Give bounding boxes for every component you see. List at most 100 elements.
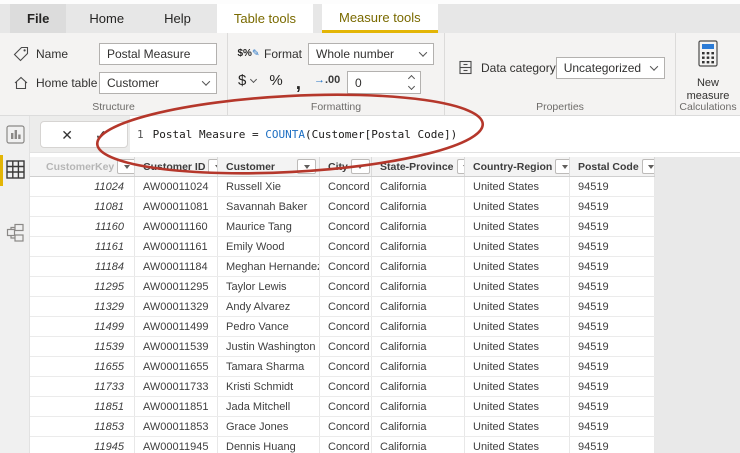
cell-customerkey[interactable]: 11160 <box>30 217 135 236</box>
cell-state-province[interactable]: California <box>372 217 465 236</box>
cell-customerkey[interactable]: 11853 <box>30 417 135 436</box>
cell-customerkey[interactable]: 11851 <box>30 397 135 416</box>
cell-customer[interactable]: Jada Mitchell <box>218 397 320 416</box>
cell-city[interactable]: Concord <box>320 277 372 296</box>
cell-state-province[interactable]: California <box>372 277 465 296</box>
cell-postal-code[interactable]: 94519 <box>570 417 655 436</box>
cell-country-region[interactable]: United States <box>465 237 570 256</box>
cell-customer[interactable]: Maurice Tang <box>218 217 320 236</box>
cell-postal-code[interactable]: 94519 <box>570 297 655 316</box>
filter-dropdown-button[interactable] <box>117 159 135 174</box>
data-view-icon[interactable] <box>6 160 26 180</box>
model-view-icon[interactable] <box>6 223 26 243</box>
cell-city[interactable]: Concord <box>320 337 372 356</box>
column-header-customerkey[interactable]: CustomerKey <box>30 157 135 176</box>
tab-table-tools[interactable]: Table tools <box>217 4 313 33</box>
filter-dropdown-button[interactable] <box>555 159 570 174</box>
cell-customer[interactable]: Justin Washington <box>218 337 320 356</box>
cell-country-region[interactable]: United States <box>465 337 570 356</box>
cell-customer[interactable]: Grace Jones <box>218 417 320 436</box>
filter-dropdown-button[interactable] <box>351 159 370 174</box>
percent-format-button[interactable]: % <box>269 72 282 89</box>
cell-customer[interactable]: Pedro Vance <box>218 317 320 336</box>
cell-customerkey[interactable]: 11329 <box>30 297 135 316</box>
thousands-separator-button[interactable]: , <box>296 71 301 89</box>
data-category-select[interactable]: Uncategorized <box>556 57 665 79</box>
cell-city[interactable]: Concord <box>320 417 372 436</box>
cell-city[interactable]: Concord <box>320 357 372 376</box>
cell-state-province[interactable]: California <box>372 397 465 416</box>
cell-state-province[interactable]: California <box>372 357 465 376</box>
cell-city[interactable]: Concord <box>320 257 372 276</box>
measure-name-input[interactable]: Postal Measure <box>99 43 217 65</box>
cell-customer-id[interactable]: AW00011655 <box>135 357 218 376</box>
currency-format-button[interactable]: $ <box>238 72 256 89</box>
cell-customer-id[interactable]: AW00011499 <box>135 317 218 336</box>
cell-postal-code[interactable]: 94519 <box>570 217 655 236</box>
cell-customerkey[interactable]: 11733 <box>30 377 135 396</box>
cell-customer-id[interactable]: AW00011024 <box>135 177 218 196</box>
tab-measure-tools[interactable]: Measure tools <box>322 4 438 33</box>
cell-city[interactable]: Concord <box>320 217 372 236</box>
cell-customer-id[interactable]: AW00011853 <box>135 417 218 436</box>
cell-customer-id[interactable]: AW00011160 <box>135 217 218 236</box>
cell-country-region[interactable]: United States <box>465 197 570 216</box>
cell-postal-code[interactable]: 94519 <box>570 177 655 196</box>
cell-postal-code[interactable]: 94519 <box>570 357 655 376</box>
cell-city[interactable]: Concord <box>320 317 372 336</box>
cell-country-region[interactable]: United States <box>465 257 570 276</box>
cell-postal-code[interactable]: 94519 <box>570 437 655 453</box>
cell-customer[interactable]: Taylor Lewis <box>218 277 320 296</box>
cell-city[interactable]: Concord <box>320 237 372 256</box>
commit-formula-button[interactable]: ✓ <box>95 128 107 142</box>
cell-postal-code[interactable]: 94519 <box>570 197 655 216</box>
filter-dropdown-button[interactable] <box>457 159 465 174</box>
cell-country-region[interactable]: United States <box>465 357 570 376</box>
cell-city[interactable]: Concord <box>320 437 372 453</box>
cell-country-region[interactable]: United States <box>465 377 570 396</box>
cell-customerkey[interactable]: 11161 <box>30 237 135 256</box>
cell-state-province[interactable]: California <box>372 377 465 396</box>
cell-customer[interactable]: Savannah Baker <box>218 197 320 216</box>
cell-city[interactable]: Concord <box>320 297 372 316</box>
cell-customer-id[interactable]: AW00011081 <box>135 197 218 216</box>
cell-state-province[interactable]: California <box>372 317 465 336</box>
cell-customerkey[interactable]: 11081 <box>30 197 135 216</box>
cell-customer-id[interactable]: AW00011184 <box>135 257 218 276</box>
format-select[interactable]: Whole number <box>308 43 434 65</box>
column-header-customer-id[interactable]: Customer ID <box>135 157 218 176</box>
cell-city[interactable]: Concord <box>320 377 372 396</box>
cell-state-province[interactable]: California <box>372 177 465 196</box>
cell-customer[interactable]: Meghan Hernandez <box>218 257 320 276</box>
cell-country-region[interactable]: United States <box>465 277 570 296</box>
cell-state-province[interactable]: California <box>372 297 465 316</box>
spin-down-icon[interactable] <box>408 83 415 90</box>
cell-city[interactable]: Concord <box>320 197 372 216</box>
cell-customerkey[interactable]: 11499 <box>30 317 135 336</box>
cell-country-region[interactable]: United States <box>465 297 570 316</box>
cell-state-province[interactable]: California <box>372 237 465 256</box>
cell-customer-id[interactable]: AW00011295 <box>135 277 218 296</box>
cell-postal-code[interactable]: 94519 <box>570 277 655 296</box>
cell-customer-id[interactable]: AW00011851 <box>135 397 218 416</box>
tab-help[interactable]: Help <box>147 4 208 33</box>
cell-customer-id[interactable]: AW00011945 <box>135 437 218 453</box>
cell-customer-id[interactable]: AW00011539 <box>135 337 218 356</box>
cell-state-province[interactable]: California <box>372 197 465 216</box>
cell-customerkey[interactable]: 11945 <box>30 437 135 453</box>
cell-customerkey[interactable]: 11655 <box>30 357 135 376</box>
tab-file[interactable]: File <box>10 4 66 33</box>
cell-customer-id[interactable]: AW00011733 <box>135 377 218 396</box>
cell-postal-code[interactable]: 94519 <box>570 317 655 336</box>
cell-state-province[interactable]: California <box>372 257 465 276</box>
cell-postal-code[interactable]: 94519 <box>570 377 655 396</box>
cell-state-province[interactable]: California <box>372 337 465 356</box>
cell-country-region[interactable]: United States <box>465 317 570 336</box>
column-header-customer[interactable]: Customer <box>218 157 320 176</box>
cell-country-region[interactable]: United States <box>465 177 570 196</box>
cell-customer[interactable]: Dennis Huang <box>218 437 320 453</box>
cell-customer[interactable]: Kristi Schmidt <box>218 377 320 396</box>
cell-customerkey[interactable]: 11295 <box>30 277 135 296</box>
decimal-places-icon[interactable]: →.00 <box>314 74 340 86</box>
column-header-country-region[interactable]: Country-Region <box>465 157 570 176</box>
